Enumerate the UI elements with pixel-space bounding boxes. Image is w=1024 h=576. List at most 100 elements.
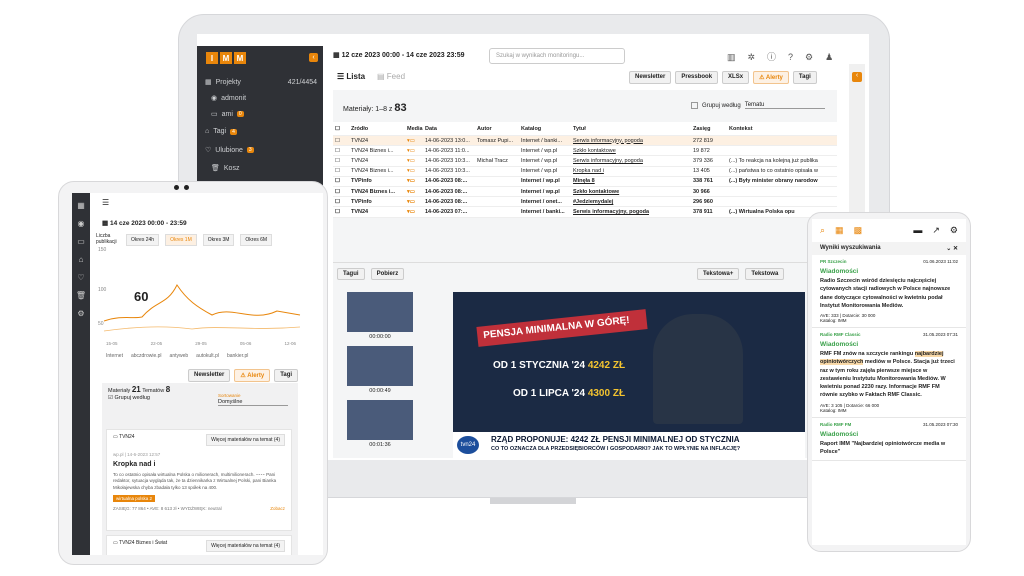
video-line1: OD 1 STYCZNIA '24 4242 ZŁ bbox=[493, 360, 626, 371]
media-icon: ▾▭ bbox=[407, 168, 415, 175]
materials-count: Materiały: 1–8 z 83 bbox=[343, 102, 407, 114]
more-materials-button[interactable]: Więcej materiałów na temat (4) bbox=[206, 434, 285, 446]
row-checkbox[interactable]: ☐ bbox=[333, 189, 349, 195]
divider bbox=[333, 262, 837, 263]
calendar-icon[interactable]: ▦ bbox=[835, 225, 844, 236]
text-button[interactable]: Tekstowa bbox=[745, 268, 785, 280]
tablet-card-1[interactable]: ▭ TVN24 Więcej materiałów na temat (4) wp… bbox=[106, 429, 292, 531]
xlsx-button[interactable]: XLSx bbox=[722, 71, 750, 84]
date-range[interactable]: ▦ 12 cze 2023 00:00 - 14 cze 2023 23:59 bbox=[333, 51, 465, 59]
table-row[interactable]: ☐ TVN24 Biznes i... ▾▭ 14-06-2023 10:3... In… bbox=[333, 167, 837, 177]
calendar-icon: ▦ bbox=[333, 52, 342, 59]
tablet-screen: ▦ ◉ ▭ ⌂ ♡ 🗑 ⚙ ☰ ▦ 14 cze 2023 00:00 - 23:59 Li… bbox=[72, 193, 323, 555]
menu-icon[interactable]: ☰ bbox=[102, 198, 109, 207]
table-row[interactable]: ☐ TVPinfo ▾▭ 14-06-2023 08:... Internet / on… bbox=[333, 197, 837, 208]
group-checkbox bbox=[691, 102, 698, 109]
tablet-group-by[interactable]: ☑ Grupuj według bbox=[108, 395, 150, 401]
collapse-sidebar-button[interactable]: ‹ bbox=[309, 53, 318, 62]
tablet-alerts-button[interactable]: ⚠ Alerty bbox=[234, 369, 271, 382]
phone-toolbar: ⌕ ▦ ▩ ▬ ↗ ⚙ bbox=[812, 219, 966, 242]
result-item-1[interactable]: PR Szczecin 01.06.2023 11:02 Wiadomości R… bbox=[812, 255, 966, 328]
media-icon: ▾▭ bbox=[407, 157, 415, 164]
result-item-3[interactable]: Radio RMF FM 31.05.2023 07:30 Wiadomości … bbox=[812, 418, 966, 461]
peak-value: 60 bbox=[134, 289, 149, 304]
presenter bbox=[653, 314, 743, 424]
row-checkbox[interactable]: ☐ bbox=[333, 199, 349, 205]
result-item-2[interactable]: Radio RMF Classic 31.05.2023 07:31 Wiadom… bbox=[812, 328, 966, 418]
tablet-tags-button[interactable]: Tagi bbox=[274, 369, 299, 382]
pressbook-button[interactable]: Pressbook bbox=[675, 71, 719, 84]
media-icon: ▾▭ bbox=[407, 188, 415, 195]
expand-rail-button[interactable]: ‹ bbox=[852, 72, 862, 82]
text-plus-button[interactable]: Tekstowa+ bbox=[697, 268, 740, 280]
table-row[interactable]: ☐ TVN24 Biznes i... ▾▭ 14-06-2023 08:... Int… bbox=[333, 187, 837, 198]
sidebar-item-ami[interactable]: ▭ ami 0 bbox=[211, 110, 323, 118]
sort-select[interactable]: Domyślne bbox=[218, 399, 288, 406]
table-row[interactable]: ☐ TVN24 ▾▭ 14-06-2023 10:3... Michał Tracz In… bbox=[333, 156, 837, 167]
globe-icon: ◉ bbox=[211, 95, 218, 102]
video-lower-third: tvn24 RZĄD PROPONUJE: 4242 ZŁ PENSJI MIN… bbox=[453, 432, 805, 460]
folder-icon[interactable]: ▬ bbox=[913, 225, 922, 236]
y-tick-100: 100 bbox=[98, 287, 107, 293]
tags-button[interactable]: Tagi bbox=[792, 71, 817, 84]
row-checkbox[interactable]: ☐ bbox=[333, 168, 349, 174]
group-by[interactable]: Grupuj według Tematu bbox=[691, 102, 825, 109]
search-icon[interactable]: ⌕ bbox=[820, 225, 825, 236]
newsletter-button[interactable]: Newsletter bbox=[629, 71, 672, 84]
row-checkbox[interactable]: ☐ bbox=[333, 138, 349, 144]
row-checkbox[interactable]: ☐ bbox=[333, 158, 349, 164]
chart-legend: Internet abczdrowie.pl antyweb autokult.pl b… bbox=[106, 353, 249, 359]
view-mode: Tekstowa+ Tekstowa bbox=[697, 268, 785, 280]
trash-icon: 🗑 bbox=[211, 165, 220, 172]
tab-feed[interactable]: ▤ Feed bbox=[377, 72, 405, 81]
chart-icon[interactable]: ↗ bbox=[932, 225, 940, 236]
alerts-button[interactable]: ⚠ Alerty bbox=[753, 71, 789, 84]
row-checkbox[interactable]: ☐ bbox=[333, 209, 349, 215]
media-icon: ▾▭ bbox=[407, 137, 415, 144]
topbar-icons[interactable]: ▥✲ⓘ?⚙♟ bbox=[727, 50, 845, 63]
tab-list[interactable]: ☰ Lista bbox=[337, 72, 365, 81]
phone-screen: ⌕ ▦ ▩ ▬ ↗ ⚙ Wyniki wyszukiwania ⌄ ✕ PR Szczec… bbox=[812, 219, 966, 545]
sidebar-item-favorites[interactable]: ♡ Ulubione 3 bbox=[205, 146, 317, 154]
table-icon: ▦ bbox=[205, 79, 212, 86]
bottom-tabs: Tagui Pobierz bbox=[337, 268, 405, 280]
gear-icon[interactable]: ⚙ bbox=[950, 225, 958, 236]
thumbnail-1[interactable] bbox=[347, 292, 413, 332]
tagui-button[interactable]: Tagui bbox=[337, 268, 365, 280]
topbar: ▦ 12 cze 2023 00:00 - 14 cze 2023 23:59 … bbox=[323, 46, 869, 68]
close-icon[interactable]: ⌄ ✕ bbox=[946, 245, 958, 252]
row-checkbox[interactable]: ☐ bbox=[333, 178, 349, 184]
toolbar: Newsletter Pressbook XLSx ⚠ Alerty Tagi bbox=[629, 71, 817, 84]
tag-icon: ⌂ bbox=[205, 128, 210, 135]
publications-chart bbox=[103, 284, 301, 332]
media-icon: ▾▭ bbox=[407, 147, 415, 154]
row-checkbox[interactable]: ☐ bbox=[333, 148, 349, 154]
materials-table: ☐ Źródło Media Data Autor Katalog Tytuł … bbox=[333, 122, 837, 218]
sidebar-item-trash[interactable]: 🗑 Kosz bbox=[211, 164, 323, 173]
tablet-nav-icons: ▦ ◉ ▭ ⌂ ♡ 🗑 ⚙ bbox=[75, 201, 87, 318]
table-row[interactable]: ☐ TVN24 Biznes i... ▾▭ 14-06-2023 11:0... In… bbox=[333, 146, 837, 157]
sidebar-item-projects[interactable]: ▦ Projekty 421/4454 bbox=[205, 78, 317, 87]
heart-icon: ♡ bbox=[205, 147, 212, 154]
sidebar-item-tags[interactable]: ⌂ Tagi 4 bbox=[205, 128, 317, 135]
thumbnail-3[interactable] bbox=[347, 400, 413, 440]
table-row[interactable]: ☐ TVN24 ▾▭ 14-06-2023 13:0... Tomasz Pupi...… bbox=[333, 136, 837, 147]
tablet-newsletter-button[interactable]: Newsletter bbox=[188, 369, 231, 382]
media-icon: ▾▭ bbox=[407, 198, 415, 205]
video-line2: OD 1 LIPCA '24 4300 ZŁ bbox=[513, 388, 626, 399]
table-row[interactable]: ☐ TVN24 ▾▭ 14-06-2023 07:... Internet / bank… bbox=[333, 207, 837, 218]
sidebar-item-admonit[interactable]: ◉ admonit bbox=[211, 94, 323, 103]
tablet-date-range[interactable]: ▦ 14 cze 2023 00:00 - 23:59 bbox=[102, 219, 187, 227]
table-row[interactable]: ☐ TVPinfo ▾▭ 14-06-2023 08:... Internet / wp… bbox=[333, 177, 837, 187]
y-tick-50: 50 bbox=[98, 321, 104, 327]
video-player[interactable]: PENSJA MINIMALNA W GÓRĘ! OD 1 STYCZNIA '… bbox=[453, 292, 805, 460]
tablet-card-2[interactable]: ▭ TVN24 Biznes i Świat Więcej materiałów … bbox=[106, 535, 292, 555]
search-input[interactable]: Szukaj w wynikach monitoringu... bbox=[489, 48, 625, 64]
media-icon: ▾▭ bbox=[407, 178, 415, 185]
thumbnail-2[interactable] bbox=[347, 346, 413, 386]
grid-icon[interactable]: ▩ bbox=[854, 225, 863, 236]
download-button[interactable]: Pobierz bbox=[370, 268, 405, 280]
video-banner: PENSJA MINIMALNA W GÓRĘ! bbox=[476, 309, 648, 347]
y-tick-150: 150 bbox=[98, 247, 107, 253]
tablet-sidebar: ▦ ◉ ▭ ⌂ ♡ 🗑 ⚙ bbox=[72, 193, 90, 555]
